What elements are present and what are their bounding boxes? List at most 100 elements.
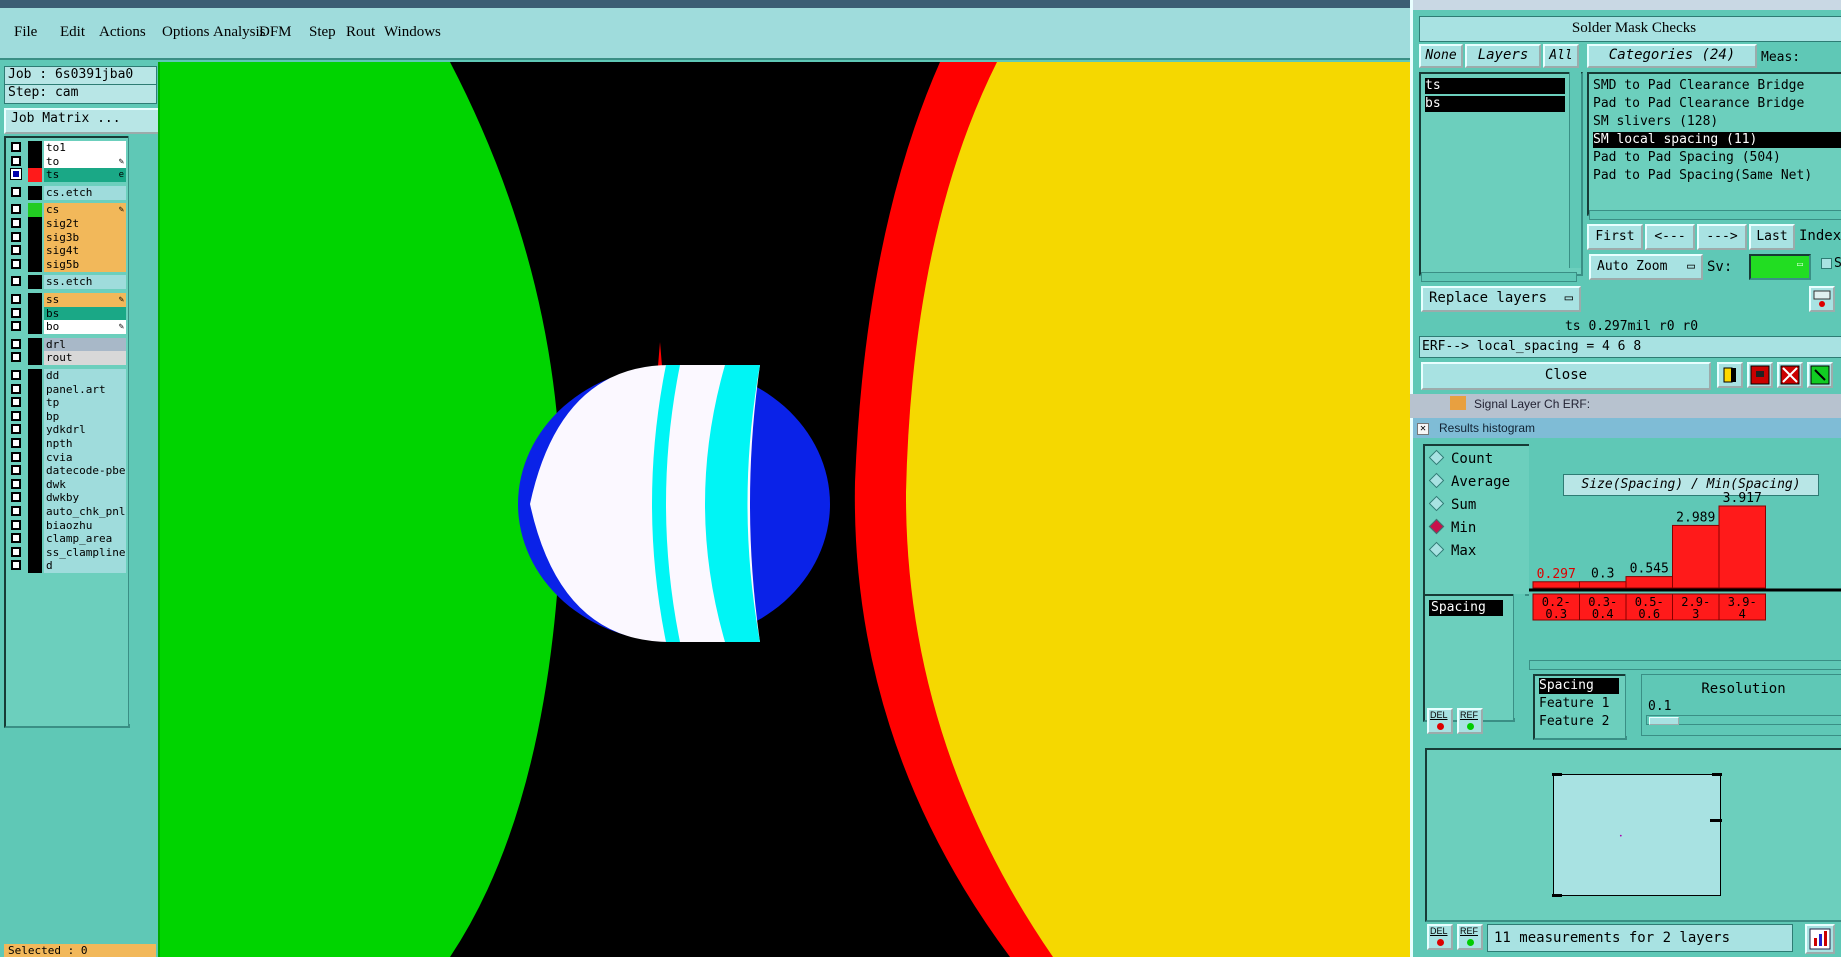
layer-checkbox[interactable] xyxy=(11,258,21,269)
layer-checkbox[interactable] xyxy=(11,276,21,287)
prev-button[interactable]: <--- xyxy=(1645,224,1695,250)
layer-color-swatch[interactable] xyxy=(28,185,42,200)
layer-name[interactable]: auto_chk_pnl xyxy=(44,505,126,519)
resolution-slider[interactable] xyxy=(1646,715,1841,725)
layer-name[interactable]: sig4t xyxy=(44,244,126,259)
layer-row[interactable]: bo ✎ xyxy=(8,320,126,335)
layers-button[interactable]: Layers xyxy=(1465,44,1541,68)
layer-list-hscroll[interactable] xyxy=(1421,272,1577,282)
menu-analysis[interactable]: Analysis xyxy=(213,24,266,41)
none-button[interactable]: None xyxy=(1419,44,1463,68)
sv-color-picker[interactable]: ▭ xyxy=(1749,254,1811,280)
layer-checkbox[interactable] xyxy=(11,245,21,256)
layer-name[interactable]: ss.etch xyxy=(44,275,126,290)
layer-color-swatch[interactable] xyxy=(28,168,42,183)
layer-checkbox[interactable] xyxy=(11,142,21,152)
layer-checkbox[interactable] xyxy=(11,465,21,476)
layer-checkbox[interactable] xyxy=(11,478,21,489)
layer-color-swatch[interactable] xyxy=(28,337,42,352)
export-icon-button[interactable] xyxy=(1807,362,1833,388)
axis-item-feature1[interactable]: Feature 1 xyxy=(1539,696,1609,712)
layer-name[interactable]: ydkdrl xyxy=(44,423,126,438)
category-item-selected[interactable]: SM local spacing (11) xyxy=(1593,132,1841,148)
axis-list-scroll[interactable] xyxy=(1625,674,1637,736)
axis-item-spacing[interactable]: Spacing xyxy=(1539,678,1619,694)
layer-checkbox[interactable] xyxy=(11,560,21,571)
graphic-canvas[interactable] xyxy=(158,62,1410,957)
layer-checkbox[interactable] xyxy=(11,231,21,242)
footer-del-button[interactable]: DEL xyxy=(1427,924,1453,950)
clear-icon-button[interactable] xyxy=(1777,362,1803,388)
layer-checkbox[interactable] xyxy=(11,352,21,363)
layer-color-swatch[interactable] xyxy=(28,351,42,366)
layer-name[interactable]: npth xyxy=(44,437,126,451)
layer-row[interactable]: panel.art xyxy=(8,382,126,397)
layer-row[interactable]: ss.etch xyxy=(8,275,126,290)
layer-name[interactable]: rout xyxy=(44,351,126,366)
layer-row[interactable]: cs ✎ xyxy=(8,203,126,218)
layer-color-swatch[interactable] xyxy=(28,230,42,245)
category-item[interactable]: Pad to Pad Spacing(Same Net) xyxy=(1593,168,1812,184)
layer-row[interactable]: tp xyxy=(8,396,126,411)
layer-list-vscroll[interactable] xyxy=(1569,72,1581,268)
layer-list-scrollbar[interactable] xyxy=(128,136,153,724)
layer-color-swatch[interactable] xyxy=(28,423,42,438)
layer-checkbox[interactable] xyxy=(11,338,21,349)
layer-row[interactable]: cvia xyxy=(8,450,126,465)
job-matrix-button[interactable]: Job Matrix ... xyxy=(4,108,161,134)
layer-name[interactable]: dd xyxy=(44,369,126,383)
layer-checkbox[interactable] xyxy=(11,492,21,503)
layer-name[interactable]: biaozhu xyxy=(44,518,126,533)
layer-row[interactable]: npth xyxy=(8,437,126,451)
layer-color-swatch[interactable] xyxy=(28,203,42,218)
menu-edit[interactable]: Edit xyxy=(60,24,85,41)
layer-row[interactable]: bs xyxy=(8,306,126,321)
layer-name[interactable]: ts e xyxy=(44,168,126,183)
histogram-export-button[interactable] xyxy=(1805,924,1835,954)
layer-name[interactable]: bp xyxy=(44,409,126,424)
mode-radio-min[interactable]: Min xyxy=(1428,518,1476,537)
layer-checkbox[interactable] xyxy=(11,370,21,380)
close-button[interactable]: Close xyxy=(1421,362,1711,390)
layer-row[interactable]: to ✎ xyxy=(8,154,126,169)
layer-checkbox[interactable] xyxy=(11,546,21,557)
layer-color-swatch[interactable] xyxy=(28,141,42,155)
layer-row[interactable]: to1 xyxy=(8,141,126,155)
layer-checkbox[interactable] xyxy=(10,168,22,181)
layer-name[interactable]: sig3b xyxy=(44,230,126,245)
layer-color-swatch[interactable] xyxy=(28,396,42,411)
layer-row[interactable]: ydkdrl xyxy=(8,423,126,438)
resolution-slider-thumb[interactable] xyxy=(1649,717,1679,725)
layer-color-swatch[interactable] xyxy=(28,154,42,169)
layer-color-swatch[interactable] xyxy=(28,257,42,272)
layer-row[interactable]: auto_chk_pnl xyxy=(8,505,126,519)
layer-color-swatch[interactable] xyxy=(28,477,42,492)
layer-name[interactable]: sig5b xyxy=(44,257,126,272)
ref-button[interactable]: REF xyxy=(1457,708,1483,734)
layer-checkbox[interactable] xyxy=(11,438,21,448)
category-item[interactable]: Pad to Pad Spacing (504) xyxy=(1593,150,1781,166)
layer-checkbox[interactable] xyxy=(11,424,21,435)
category-item[interactable]: SMD to Pad Clearance Bridge xyxy=(1593,78,1804,94)
layer-color-swatch[interactable] xyxy=(28,450,42,465)
layer-name[interactable]: cvia xyxy=(44,450,126,465)
layer-checkbox[interactable] xyxy=(11,204,21,215)
layer-row[interactable]: biaozhu xyxy=(8,518,126,533)
window-close-icon[interactable]: ✕ xyxy=(1417,423,1429,435)
histogram-hscroll[interactable] xyxy=(1529,660,1841,670)
menu-file[interactable]: File xyxy=(14,24,37,41)
layer-name[interactable]: ss ✎ xyxy=(44,293,126,307)
layer-row[interactable]: cs.etch xyxy=(8,185,126,200)
layer-row[interactable]: ss_clampline xyxy=(8,545,126,560)
menu-actions[interactable]: Actions xyxy=(99,24,146,41)
layer-checkbox[interactable] xyxy=(11,307,21,318)
mode-radio-sum[interactable]: Sum xyxy=(1428,495,1476,514)
menu-dfm[interactable]: DFM xyxy=(259,24,292,41)
layer-checkbox[interactable] xyxy=(11,410,21,421)
layer-item-ts[interactable]: ts xyxy=(1425,78,1565,94)
mode-radio-count[interactable]: Count xyxy=(1428,449,1493,468)
layer-color-swatch[interactable] xyxy=(28,437,42,451)
category-hscroll[interactable] xyxy=(1589,210,1841,220)
layer-name[interactable]: bs xyxy=(44,306,126,321)
layer-name[interactable]: datecode-pbe xyxy=(44,464,126,479)
